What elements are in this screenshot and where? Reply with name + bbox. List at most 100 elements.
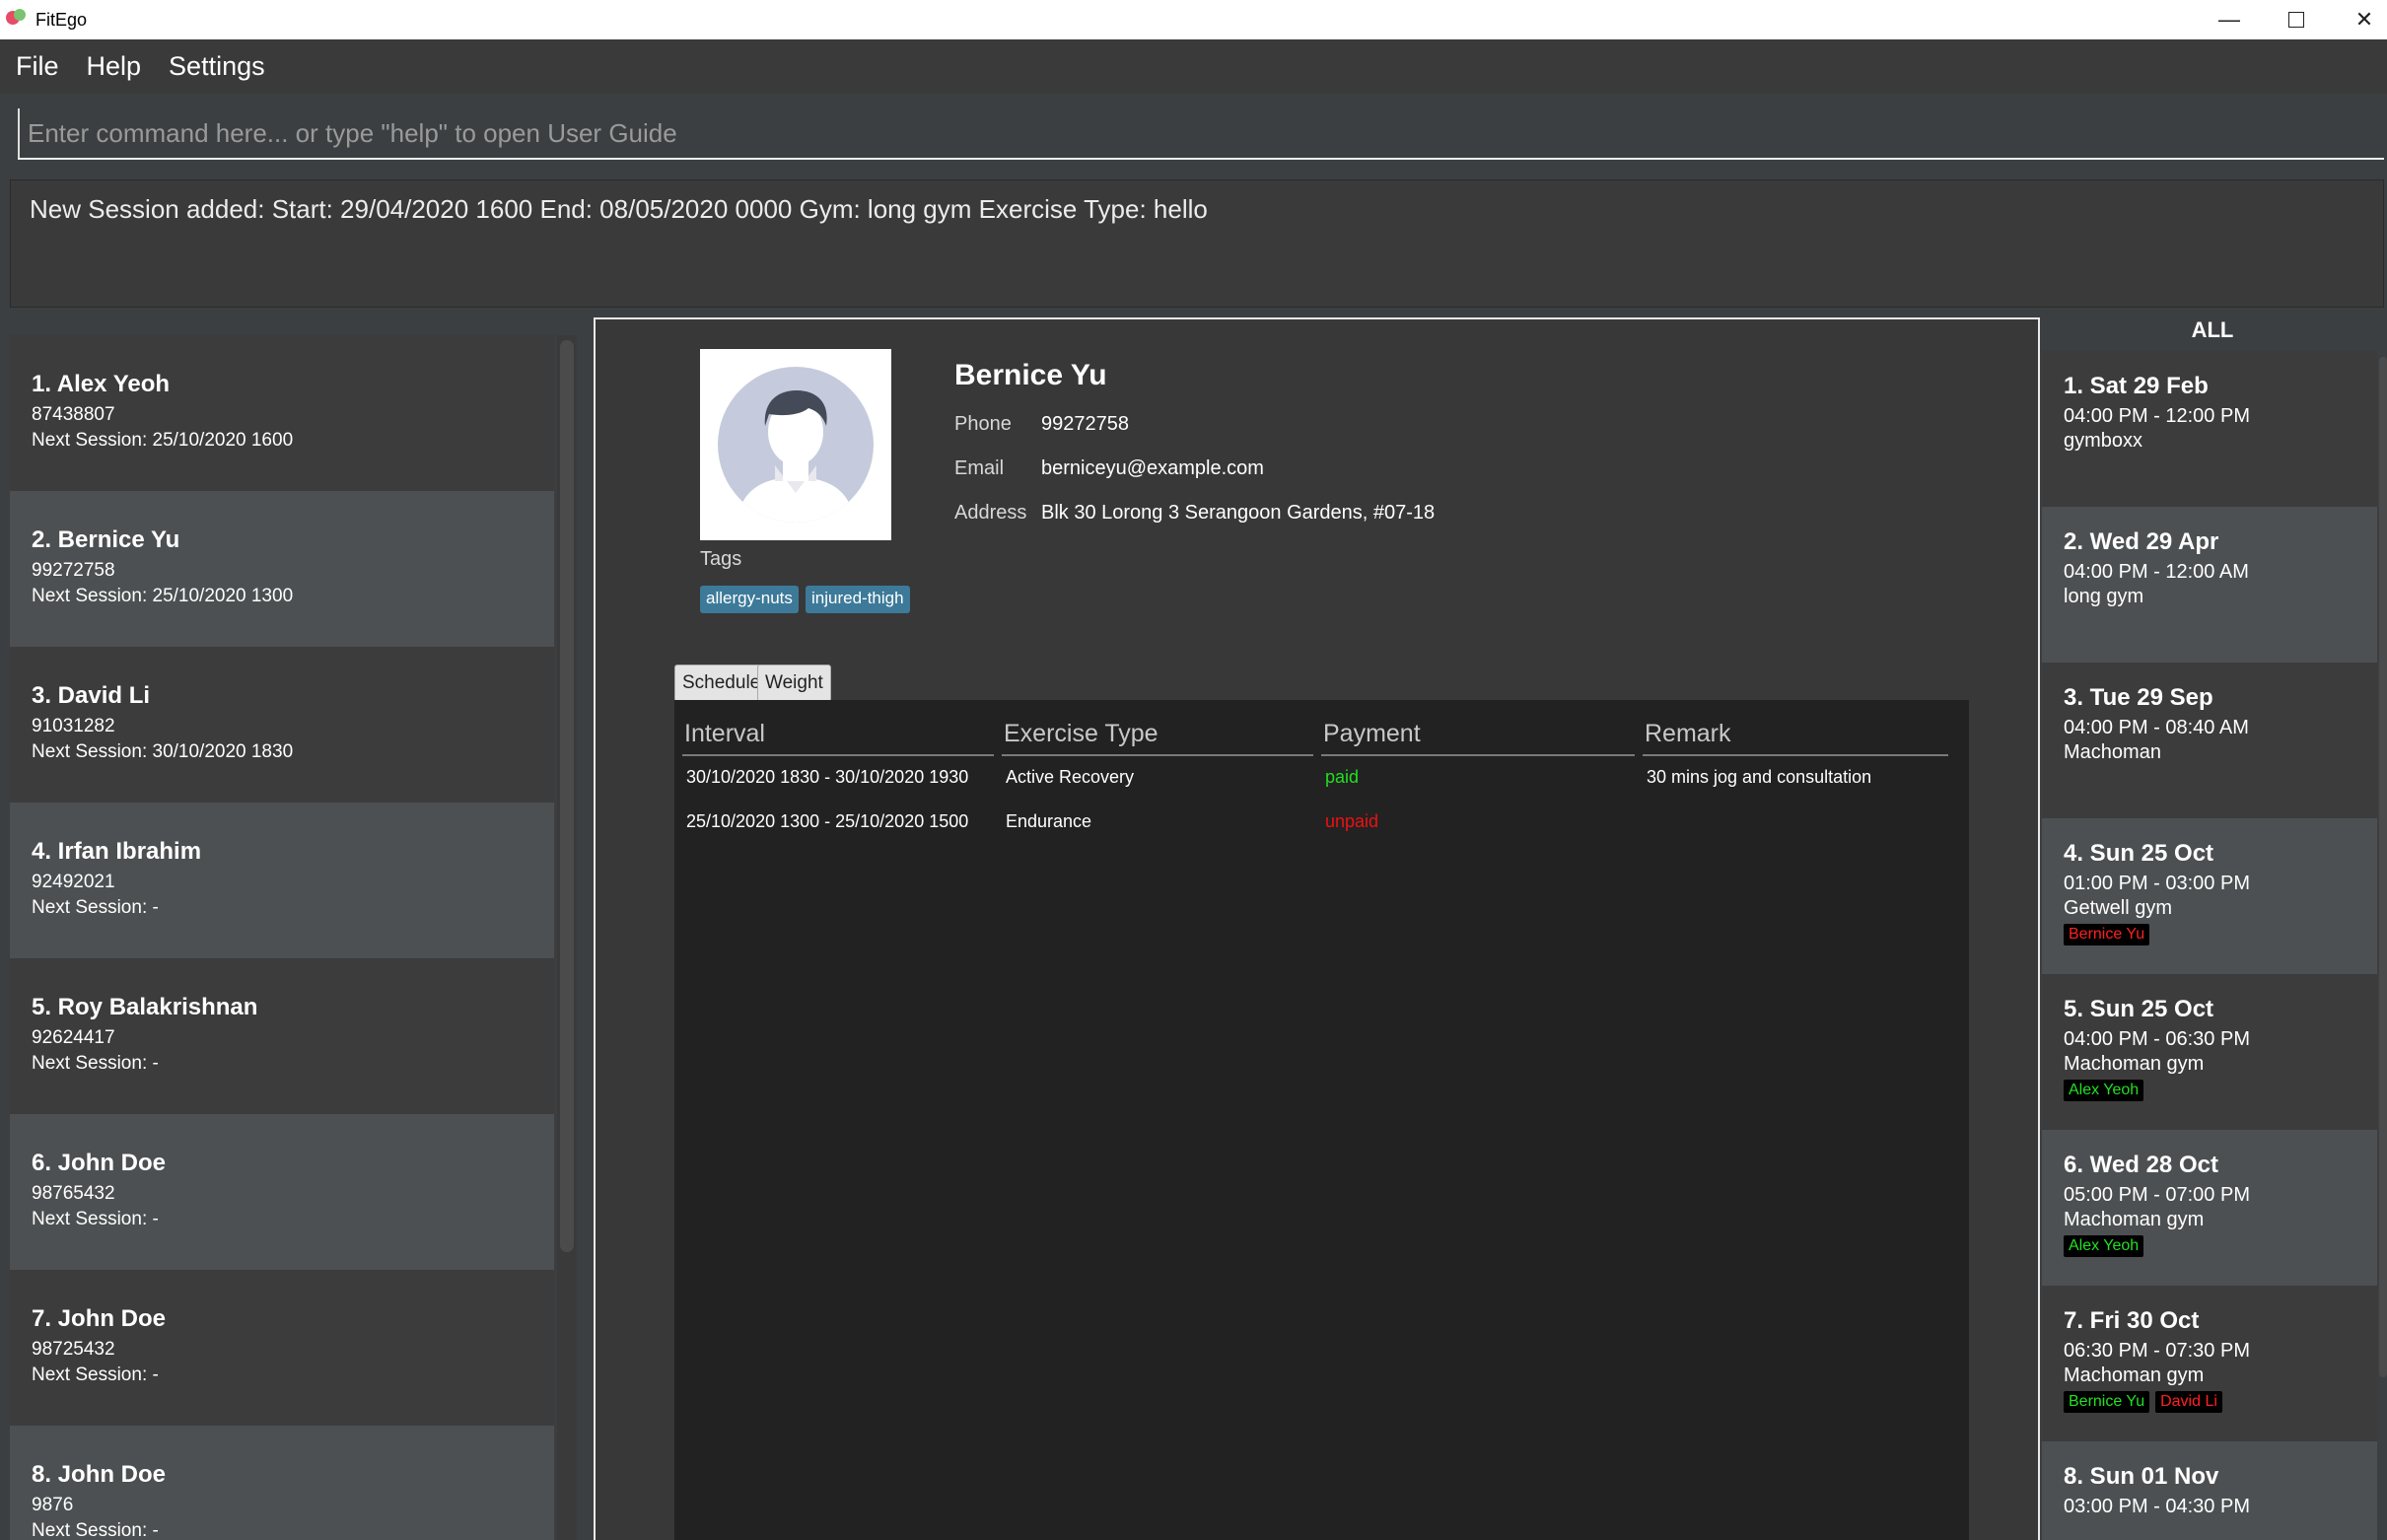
column-header-remark[interactable]: Remark — [1645, 720, 1731, 748]
client-name: 3. David Li — [32, 682, 151, 709]
client-next-session: Next Session: - — [32, 1209, 159, 1229]
app-logo-icon — [4, 7, 30, 33]
menu-help[interactable]: Help — [87, 51, 142, 82]
schedule-time: 03:00 PM - 04:30 PM — [2064, 1496, 2250, 1517]
schedule-card[interactable]: 7. Fri 30 Oct 06:30 PM - 07:30 PM Machoman… — [2042, 1286, 2377, 1441]
client-next-session: Next Session: - — [32, 1520, 159, 1540]
row-2-exercise-type: Endurance — [1006, 811, 1092, 831]
schedule-client-chip: Bernice Yu — [2064, 924, 2150, 945]
header-divider — [1321, 754, 1635, 756]
client-list-scrollbar[interactable] — [560, 340, 574, 1252]
schedule-gym: long gym — [2064, 586, 2144, 607]
client-card[interactable]: 5. Roy Balakrishnan 92624417 Next Session:… — [10, 958, 554, 1114]
schedule-date: 4. Sun 25 Oct — [2064, 840, 2214, 867]
column-header-exercise-type[interactable]: Exercise Type — [1004, 720, 1158, 748]
schedule-card[interactable]: 1. Sat 29 Feb 04:00 PM - 12:00 PM gymboxx — [2042, 351, 2377, 507]
schedule-date: 1. Sat 29 Feb — [2064, 373, 2209, 399]
minimize-icon[interactable]: — — [2195, 0, 2264, 39]
command-input[interactable] — [18, 108, 2384, 158]
phone-label: Phone — [954, 413, 1012, 435]
client-card[interactable]: 7. John Doe 98725432 Next Session: - — [10, 1270, 554, 1426]
schedule-card[interactable]: 6. Wed 28 Oct 05:00 PM - 07:00 PM Machoman… — [2042, 1130, 2377, 1286]
window-title: FitEgo — [35, 9, 88, 30]
client-next-session: Next Session: 30/10/2020 1830 — [32, 741, 294, 762]
tab-weight[interactable]: Weight — [757, 665, 831, 702]
client-next-session: Next Session: - — [32, 897, 159, 918]
result-text: New Session added: Start: 29/04/2020 160… — [30, 194, 1208, 224]
menu-bar: File Help Settings — [0, 39, 2387, 94]
client-phone: 92492021 — [32, 872, 115, 892]
client-name: 5. Roy Balakrishnan — [32, 994, 258, 1020]
client-phone: 98765432 — [32, 1183, 115, 1204]
row-2-payment-status: unpaid — [1325, 811, 1379, 831]
command-box — [18, 108, 2384, 160]
schedule-card[interactable]: 8. Sun 01 Nov 03:00 PM - 04:30 PM — [2042, 1441, 2377, 1540]
address-value: Blk 30 Lorong 3 Serangoon Gardens, #07-1… — [1041, 502, 1436, 524]
tag-allergy-nuts: allergy-nuts — [700, 586, 799, 613]
email-value: berniceyu@example.com — [1041, 457, 1264, 479]
schedule-time: 05:00 PM - 07:00 PM — [2064, 1184, 2250, 1206]
schedule-gym: Machoman — [2064, 741, 2161, 763]
column-header-payment[interactable]: Payment — [1323, 720, 1421, 748]
schedule-date: 2. Wed 29 Apr — [2064, 528, 2219, 555]
title-bar: FitEgo — ✕ — [0, 0, 2387, 39]
schedule-card[interactable]: 5. Sun 25 Oct 04:00 PM - 06:30 PM Machoman… — [2042, 974, 2377, 1130]
menu-settings[interactable]: Settings — [169, 51, 265, 82]
header-divider — [682, 754, 994, 756]
schedule-card[interactable]: 4. Sun 25 Oct 01:00 PM - 03:00 PM Getwell … — [2042, 818, 2377, 974]
client-phone: 92624417 — [32, 1027, 115, 1048]
schedule-time: 01:00 PM - 03:00 PM — [2064, 873, 2250, 894]
client-next-session: Next Session: - — [32, 1053, 159, 1074]
schedule-list: 1. Sat 29 Feb 04:00 PM - 12:00 PM gymboxx 2… — [2042, 351, 2377, 1540]
client-card[interactable]: 8. John Doe 9876 Next Session: - — [10, 1426, 554, 1540]
schedule-gym: Getwell gym — [2064, 897, 2173, 919]
session-table: Interval Exercise Type Payment Remark 30… — [674, 700, 1969, 1540]
client-card[interactable]: 4. Irfan Ibrahim 92492021 Next Session: - — [10, 803, 554, 958]
result-display: New Session added: Start: 29/04/2020 160… — [10, 179, 2384, 308]
schedule-date: 5. Sun 25 Oct — [2064, 996, 2214, 1022]
client-phone: 98725432 — [32, 1339, 115, 1360]
default-avatar-icon — [737, 390, 854, 523]
email-label: Email — [954, 457, 1005, 479]
row-1-payment-status: paid — [1325, 767, 1360, 787]
schedule-time: 04:00 PM - 06:30 PM — [2064, 1028, 2250, 1050]
schedule-list-scrollbar[interactable] — [2379, 357, 2387, 1377]
header-divider — [1002, 754, 1313, 756]
avatar — [700, 349, 891, 540]
close-icon[interactable]: ✕ — [2330, 0, 2387, 39]
client-detail-panel: Bernice Yu Phone 99272758 Email bernicey… — [594, 317, 2040, 1540]
client-name: 4. Irfan Ibrahim — [32, 838, 202, 865]
column-header-interval[interactable]: Interval — [684, 720, 765, 748]
schedule-card[interactable]: 2. Wed 29 Apr 04:00 PM - 12:00 AM long gym — [2042, 507, 2377, 663]
tag-injured-thigh: injured-thigh — [806, 586, 910, 613]
tab-schedule[interactable]: Schedule — [674, 665, 769, 702]
client-next-session: Next Session: - — [32, 1365, 159, 1385]
menu-file[interactable]: File — [16, 51, 59, 82]
schedule-gym: gymboxx — [2064, 430, 2143, 452]
client-name: 1. Alex Yeoh — [32, 371, 171, 397]
client-list: 1. Alex Yeoh 87438807 Next Session: 25/10/… — [10, 335, 554, 1540]
client-phone: 87438807 — [32, 404, 115, 425]
row-1-remark: 30 mins jog and consultation — [1647, 767, 1872, 787]
schedule-gym: Machoman gym — [2064, 1053, 2205, 1075]
schedule-card[interactable]: 3. Tue 29 Sep 04:00 PM - 08:40 AM Machoman — [2042, 663, 2377, 818]
schedule-date: 8. Sun 01 Nov — [2064, 1463, 2219, 1490]
schedule-date: 6. Wed 28 Oct — [2064, 1152, 2218, 1178]
client-card[interactable]: 2. Bernice Yu 99272758 Next Session: 25/10… — [10, 491, 554, 647]
schedule-filter-label: ALL — [2191, 317, 2234, 342]
maximize-icon[interactable] — [2262, 0, 2331, 39]
client-name: 6. John Doe — [32, 1150, 167, 1176]
client-card[interactable]: 6. John Doe 98765432 Next Session: - — [10, 1114, 554, 1270]
client-name: 2. Bernice Yu — [32, 526, 180, 553]
row-1-exercise-type: Active Recovery — [1006, 767, 1135, 787]
detail-client-name: Bernice Yu — [954, 359, 1107, 391]
schedule-time: 04:00 PM - 12:00 PM — [2064, 405, 2250, 427]
schedule-gym: Machoman gym — [2064, 1209, 2205, 1230]
client-card[interactable]: 1. Alex Yeoh 87438807 Next Session: 25/10/… — [10, 335, 554, 491]
client-next-session: Next Session: 25/10/2020 1600 — [32, 430, 294, 451]
client-card[interactable]: 3. David Li 91031282 Next Session: 30/10/2… — [10, 647, 554, 803]
client-name: 7. John Doe — [32, 1305, 167, 1332]
address-label: Address — [954, 502, 1027, 524]
schedule-time: 04:00 PM - 08:40 AM — [2064, 717, 2249, 738]
schedule-time: 06:30 PM - 07:30 PM — [2064, 1340, 2250, 1362]
